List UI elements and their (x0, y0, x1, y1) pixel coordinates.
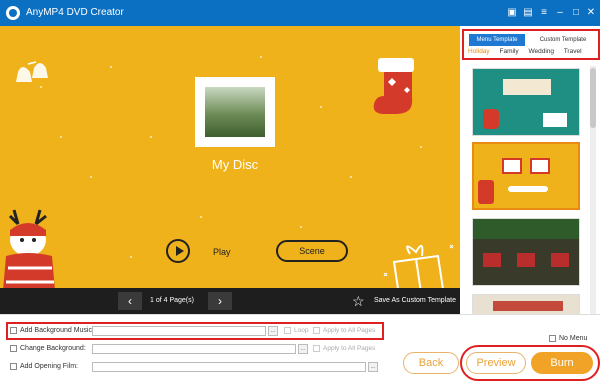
preview-button[interactable]: Preview (466, 352, 526, 374)
opening-film-label: Add Opening Film: (20, 363, 78, 370)
apply-all-background-label: Apply to All Pages (323, 345, 376, 352)
app-logo-icon (6, 6, 20, 20)
template-panel: Menu Template Custom Template Holiday Fa… (462, 26, 600, 316)
minimize-icon[interactable]: – (553, 6, 567, 20)
tab-menu-template[interactable]: Menu Template (469, 34, 525, 46)
page-navigation-bar: ‹ 1 of 4 Page(s) › ☆ Save As Custom Temp… (0, 288, 460, 314)
back-button[interactable]: Back (403, 352, 459, 374)
feedback-icon[interactable]: ▤ (521, 6, 535, 20)
app-title: AnyMP4 DVD Creator (26, 7, 124, 18)
change-background-field[interactable] (92, 344, 296, 354)
next-page-button[interactable]: › (208, 292, 232, 310)
loop-checkbox[interactable] (284, 327, 291, 334)
disc-thumbnail-frame[interactable] (192, 74, 278, 150)
no-menu-checkbox[interactable] (549, 335, 556, 342)
prev-page-button[interactable]: ‹ (118, 292, 142, 310)
background-music-browse-button[interactable]: ... (268, 326, 278, 336)
template-list (472, 66, 582, 316)
tab-custom-template[interactable]: Custom Template (534, 34, 592, 46)
disc-title[interactable]: My Disc (180, 157, 290, 172)
category-wedding[interactable]: Wedding (528, 48, 554, 55)
background-music-label: Add Background Music: (20, 327, 94, 334)
save-as-custom-template-button[interactable]: Save As Custom Template (374, 297, 456, 304)
apply-all-background-checkbox[interactable] (313, 345, 320, 352)
category-holiday[interactable]: Holiday (468, 48, 490, 55)
opening-film-checkbox[interactable] (10, 363, 17, 370)
play-label[interactable]: Play (213, 247, 231, 257)
burn-button[interactable]: Burn (531, 352, 593, 374)
template-thumbnail[interactable] (472, 68, 580, 136)
gift-box-icon (383, 244, 454, 288)
no-menu-label: No Menu (559, 335, 588, 342)
reindeer-icon (3, 209, 55, 288)
loop-label: Loop (294, 327, 309, 334)
menu-icon[interactable]: ≡ (537, 6, 551, 20)
template-thumbnail[interactable] (472, 218, 580, 286)
page-counter: 1 of 4 Page(s) (150, 297, 194, 304)
cart-icon[interactable]: ▣ (505, 6, 519, 20)
opening-film-browse-button[interactable]: ... (368, 362, 378, 372)
category-travel[interactable]: Travel (564, 48, 582, 55)
template-scrollbar[interactable] (590, 66, 596, 316)
category-family[interactable]: Family (500, 48, 519, 55)
background-music-checkbox[interactable] (10, 327, 17, 334)
title-bar: AnyMP4 DVD Creator ▣ ▤ ≡ – □ ✕ (0, 0, 600, 26)
template-thumbnail-selected[interactable] (472, 142, 580, 210)
scrollbar-thumb[interactable] (590, 68, 596, 128)
scene-button[interactable]: Scene (276, 240, 348, 262)
stocking-icon (373, 58, 414, 114)
change-background-label: Change Background: (20, 345, 86, 352)
change-background-checkbox[interactable] (10, 345, 17, 352)
apply-all-music-checkbox[interactable] (313, 327, 320, 334)
opening-film-field[interactable] (92, 362, 366, 372)
disc-thumbnail-image (205, 87, 265, 137)
close-icon[interactable]: ✕ (584, 6, 598, 20)
apply-all-music-label: Apply to All Pages (323, 327, 376, 334)
template-tabs-highlight: Menu Template Custom Template Holiday Fa… (462, 29, 600, 60)
template-thumbnail[interactable] (472, 294, 580, 316)
background-music-field[interactable] (92, 326, 266, 336)
maximize-icon[interactable]: □ (569, 6, 583, 20)
star-icon[interactable]: ☆ (352, 293, 368, 309)
play-button-icon[interactable] (166, 239, 190, 263)
change-background-browse-button[interactable]: ... (298, 344, 308, 354)
menu-preview: My Disc Play Scene (0, 26, 460, 288)
template-categories: Holiday Family Wedding Travel (468, 48, 596, 58)
bells-icon (16, 61, 48, 82)
